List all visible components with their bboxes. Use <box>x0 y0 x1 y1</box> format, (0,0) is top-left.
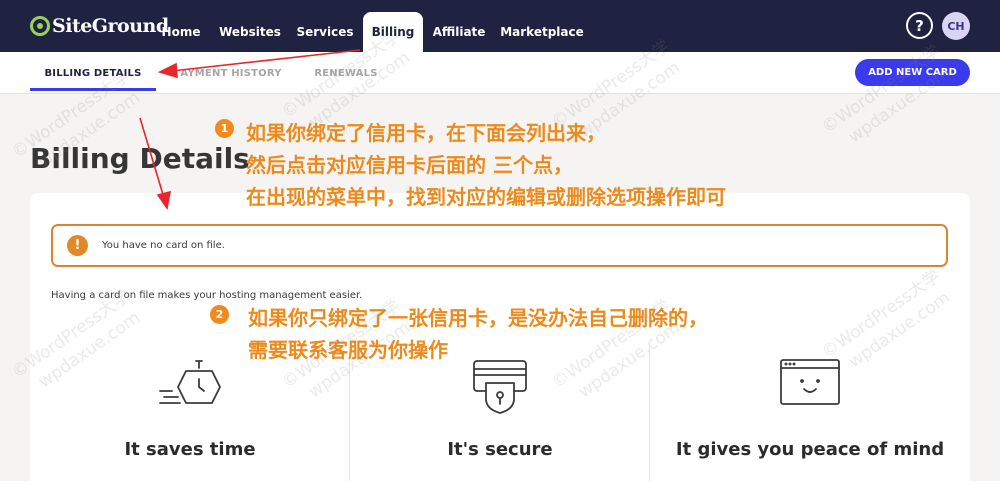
annotation-number-2: 2 <box>210 305 229 324</box>
siteground-logo[interactable]: SiteGround <box>30 14 169 38</box>
subtab-payment-history[interactable]: AYMENT HISTORY <box>176 52 286 94</box>
feature-peace-of-mind: It gives you peace of mind <box>650 347 970 481</box>
nav-tab-home[interactable]: Home <box>152 12 210 52</box>
annotation-2-line-2: 需要联系客服为你操作 <box>248 338 448 362</box>
siteground-logo-mark <box>30 16 50 36</box>
annotation-number-1: 1 <box>215 119 234 138</box>
user-avatar[interactable]: CH <box>942 12 970 40</box>
billing-card-panel: ! You have no card on file. Having a car… <box>30 193 970 481</box>
nav-tab-affiliate[interactable]: Affiliate <box>427 12 491 52</box>
browser-smiley-icon <box>780 359 840 405</box>
add-new-card-button[interactable]: ADD NEW CARD <box>855 59 970 86</box>
annotation-1-line-1: 如果你绑定了信用卡，在下面会列出来， <box>246 121 606 145</box>
feature-title-saves-time: It saves time <box>124 439 256 460</box>
nav-tab-websites[interactable]: Websites <box>214 12 286 52</box>
subtab-renewals[interactable]: RENEWALS <box>306 52 386 94</box>
annotation-2-line-1: 如果你只绑定了一张信用卡，是没办法自己删除的， <box>248 306 708 330</box>
annotation-1-line-2: 然后点击对应信用卡后面的 三个点， <box>246 153 573 177</box>
exclamation-circle-icon: ! <box>67 235 88 256</box>
feature-title-secure: It's secure <box>447 439 553 460</box>
top-navbar: SiteGround Home Websites Services Billin… <box>0 0 1000 52</box>
feature-secure: It's secure <box>350 347 650 481</box>
feature-title-peace-of-mind: It gives you peace of mind <box>675 439 945 460</box>
no-card-alert: ! You have no card on file. <box>51 224 948 267</box>
help-icon[interactable]: ? <box>906 12 933 39</box>
annotation-1-line-3: 在出现的菜单中，找到对应的编辑或删除选项操作即可 <box>246 185 726 209</box>
nav-tab-services[interactable]: Services <box>291 12 359 52</box>
stopwatch-icon <box>159 360 221 404</box>
nav-tab-marketplace[interactable]: Marketplace <box>496 12 588 52</box>
alert-text: You have no card on file. <box>102 240 225 251</box>
card-intro-text: Having a card on file makes your hosting… <box>51 290 363 301</box>
nav-tab-billing[interactable]: Billing <box>363 12 423 52</box>
feature-saves-time: It saves time <box>30 347 350 481</box>
page-title: Billing Details <box>30 142 250 175</box>
active-subtab-indicator <box>30 88 156 91</box>
credit-card-shield-icon <box>473 360 527 414</box>
